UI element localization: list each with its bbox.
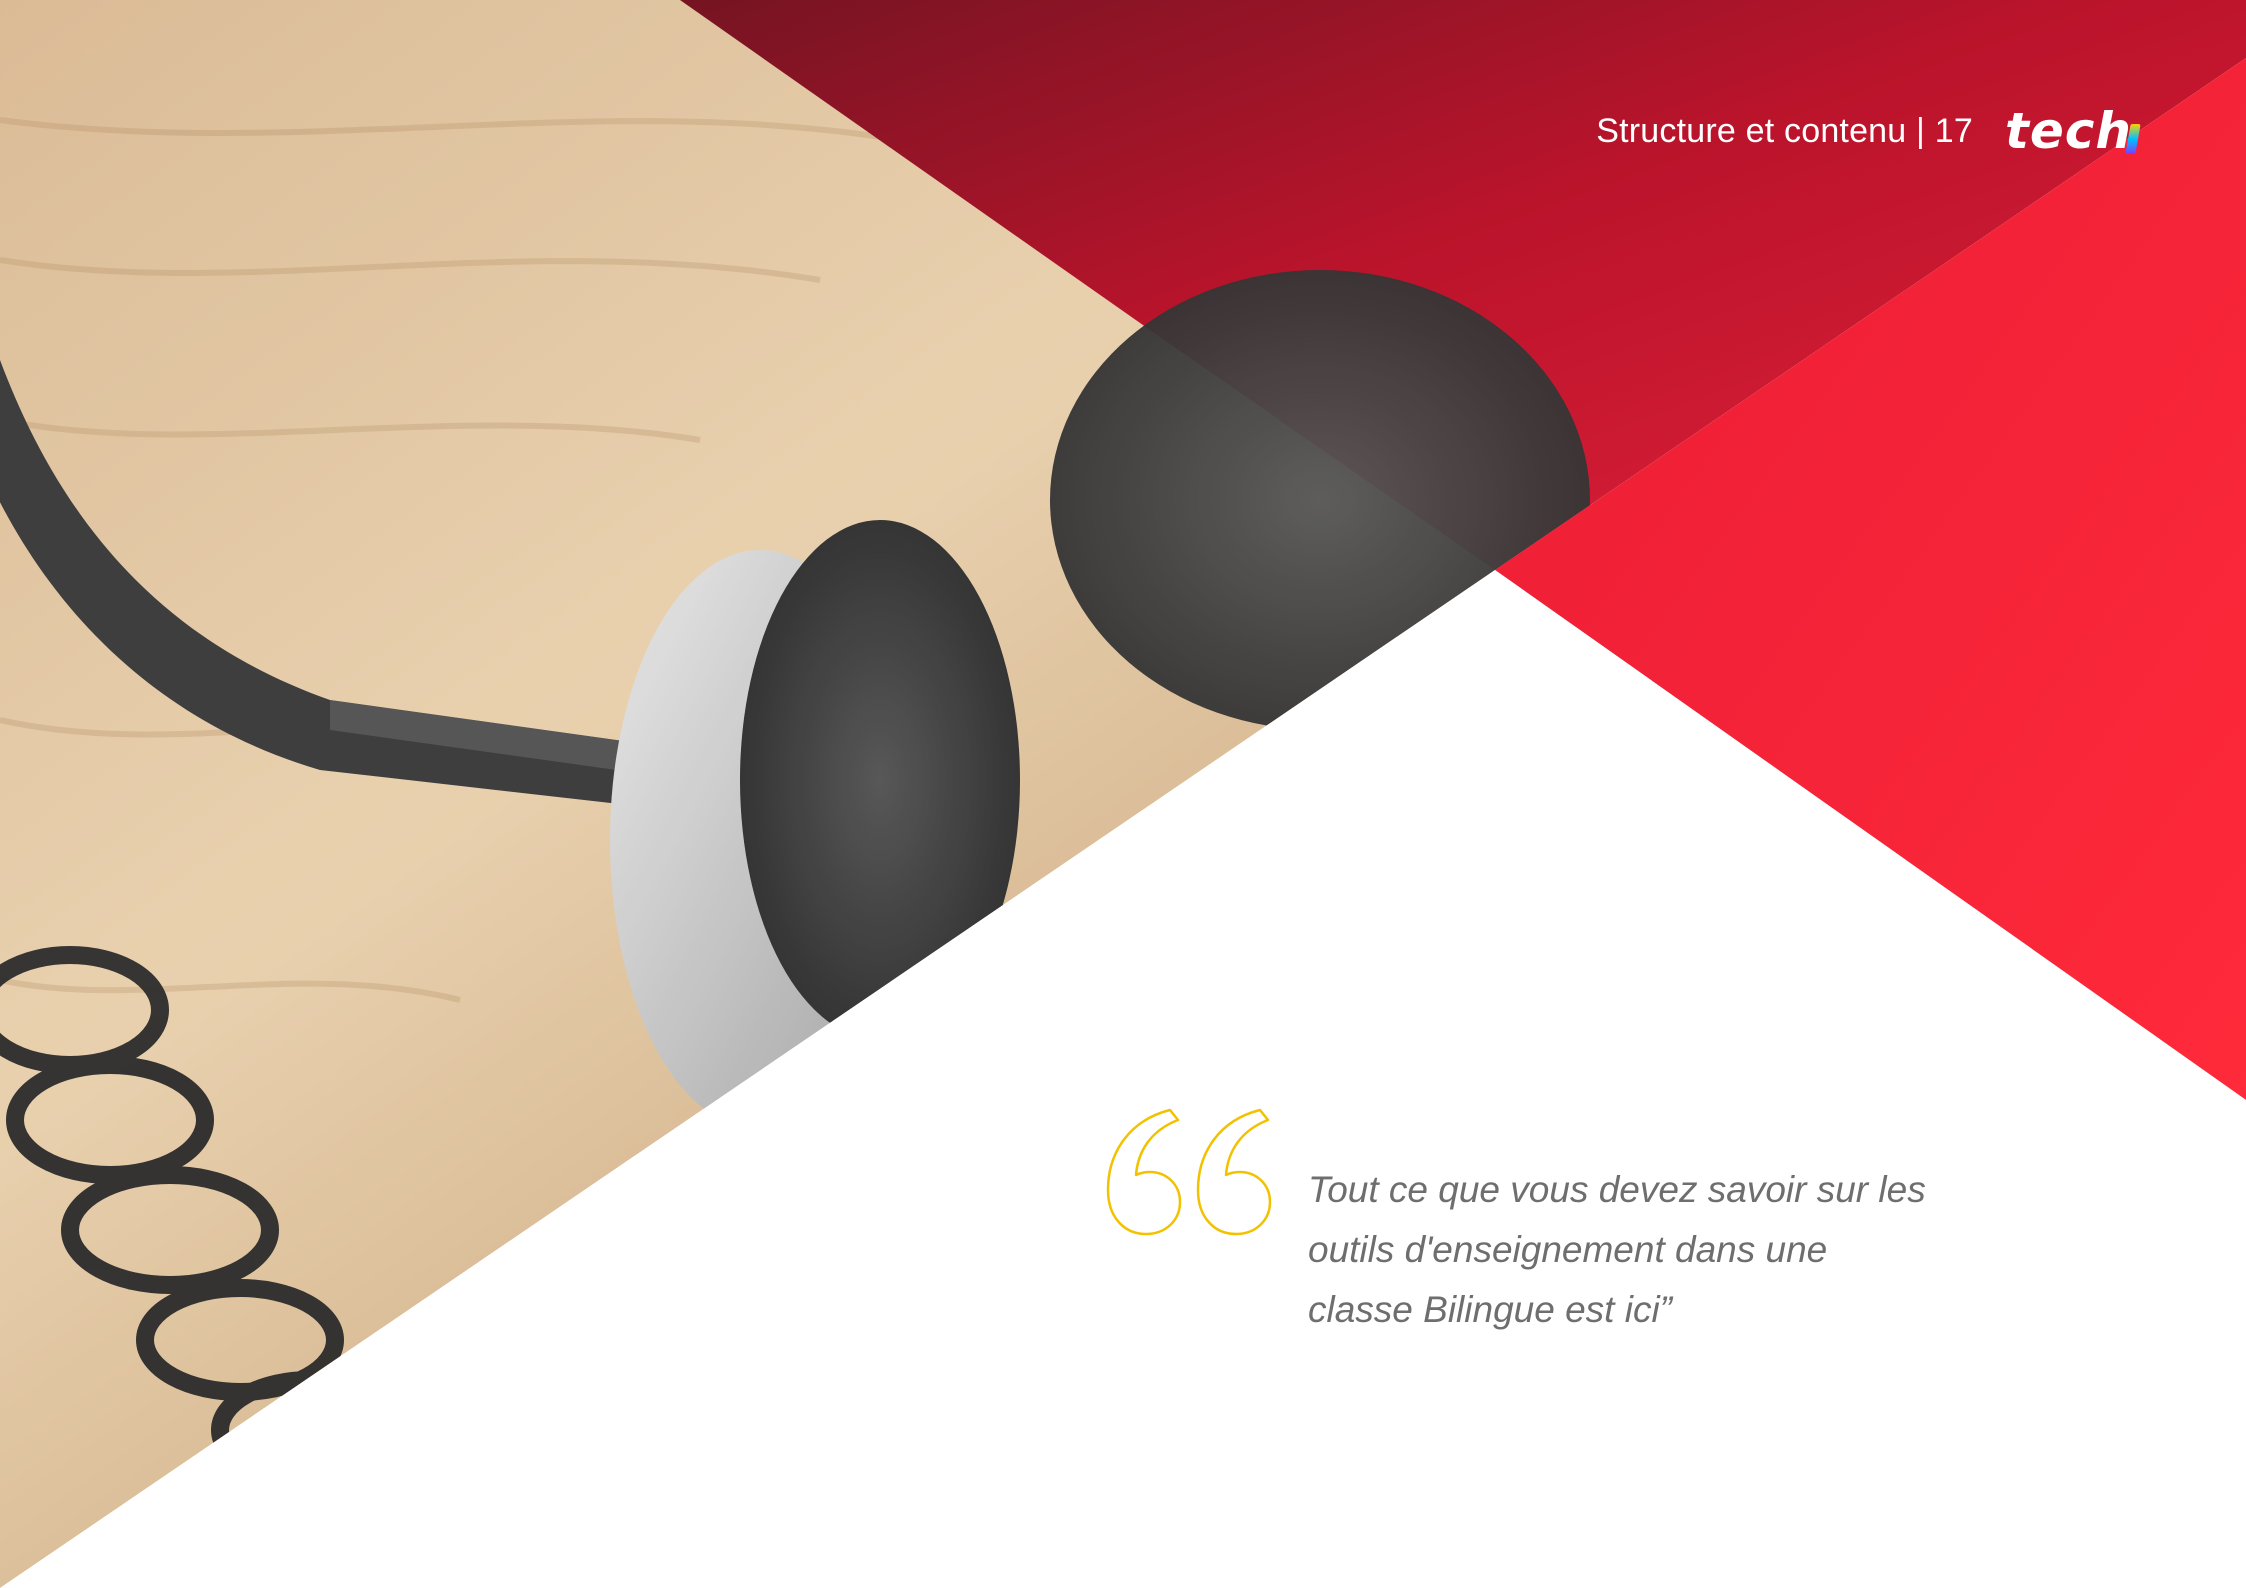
section-page-label: Structure et contenu | 17 — [1596, 111, 1973, 150]
quote-text: Tout ce que vous devez savoir sur les ou… — [1308, 1169, 1926, 1330]
page-header: Structure et contenu | 17 tech — [1596, 106, 2141, 156]
logo-text: tech — [2004, 102, 2132, 160]
brochure-page: Structure et contenu | 17 tech Tout ce q… — [0, 0, 2246, 1588]
background-artwork — [0, 0, 2246, 1588]
open-quote-icon — [1106, 1108, 1272, 1236]
tech-logo: tech — [2005, 106, 2141, 156]
